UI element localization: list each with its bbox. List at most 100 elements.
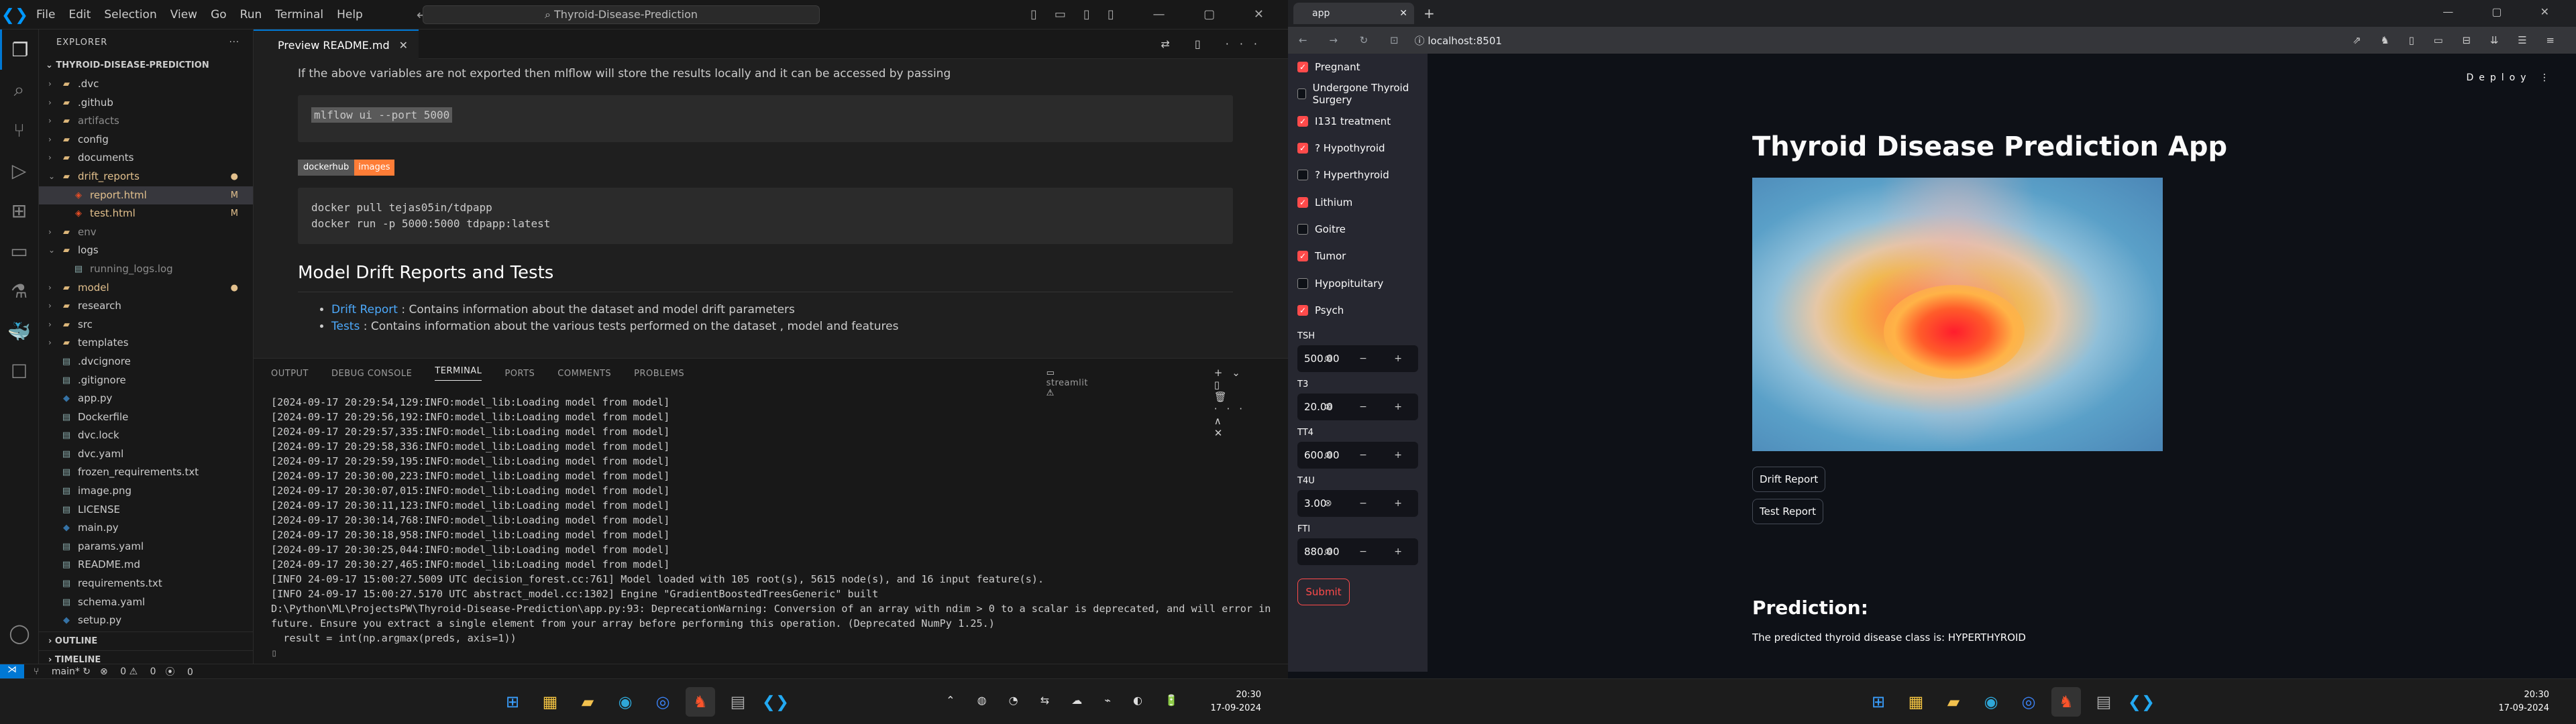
tab-preview-readme[interactable]: Preview README.md ✕	[254, 29, 419, 59]
explorer-icon[interactable]: ❐	[0, 29, 38, 70]
close-icon[interactable]: ✕	[399, 39, 408, 52]
dockerhub-badge[interactable]: dockerhub images	[298, 159, 394, 176]
tree-item[interactable]: ▤ .gitignore	[39, 371, 253, 390]
edge-icon[interactable]: ◉	[1976, 687, 2006, 717]
tree-item[interactable]: › ▰ .github	[39, 94, 253, 113]
new-tab-icon[interactable]: +	[1424, 5, 1435, 21]
checkbox-row[interactable]: ✓ Lithium	[1297, 188, 1418, 215]
calendar-app-icon[interactable]: ▦	[535, 687, 565, 717]
ports-status[interactable]: ⦿ 0	[166, 665, 193, 678]
url-field[interactable]: ⓘ localhost:8501	[1415, 34, 1502, 48]
browser-window-controls[interactable]: — ▢ ✕	[2443, 5, 2567, 18]
tree-item[interactable]: ▤ frozen_requirements.txt	[39, 463, 253, 482]
tree-item[interactable]: ◈ test.html M	[39, 204, 253, 223]
tree-item[interactable]: ◆ app.py	[39, 389, 253, 408]
number-field[interactable]: 20.00 ⊗ − +	[1297, 393, 1418, 420]
stepper-controls[interactable]: ⊗ − +	[1324, 498, 1414, 509]
submit-button[interactable]: Submit	[1297, 578, 1350, 605]
tab-terminal[interactable]: TERMINAL	[435, 366, 482, 381]
drift-report-link[interactable]: Drift Report	[331, 303, 398, 316]
checkbox-checked[interactable]: ✓	[1297, 143, 1308, 154]
menu-item-help[interactable]: Help	[337, 8, 363, 21]
checkbox-checked[interactable]: ✓	[1297, 251, 1308, 262]
checkbox-checked[interactable]: ✓	[1297, 115, 1308, 127]
checkbox-row[interactable]: Undergone Thyroid Surgery	[1297, 80, 1418, 107]
tree-item[interactable]: ▤ running_logs.log	[39, 260, 253, 279]
clock[interactable]: 20:30 17-09-2024	[2498, 688, 2549, 715]
checkbox-unchecked[interactable]	[1297, 223, 1308, 235]
file-explorer-icon[interactable]: ▰	[573, 687, 602, 717]
menu-item-view[interactable]: View	[170, 8, 197, 21]
tree-item[interactable]: ◆ setup.py	[39, 611, 253, 630]
vscode-taskbar-icon[interactable]: ❮❯	[761, 687, 790, 717]
run-debug-icon[interactable]: ▷	[0, 150, 38, 190]
remote-explorer-icon[interactable]: ▭	[0, 231, 38, 271]
tree-item[interactable]: ▤ Dockerfile	[39, 408, 253, 427]
tab-output[interactable]: OUTPUT	[271, 369, 309, 379]
number-field[interactable]: 500.00 ⊗ − +	[1297, 345, 1418, 372]
drift-report-button[interactable]: Drift Report	[1752, 467, 1826, 492]
extensions-icon[interactable]: ⊞	[0, 190, 38, 231]
tree-item[interactable]: ⌄ ▰ drift_reports ●	[39, 168, 253, 186]
tree-item[interactable]: ⌄ ▰ logs	[39, 241, 253, 260]
number-field[interactable]: 600.00 ⊗ − +	[1297, 441, 1418, 469]
tree-item[interactable]: ◈ report.html M	[39, 186, 253, 205]
terminal-app-icon[interactable]: ▤	[2089, 687, 2118, 717]
menu-item-terminal[interactable]: Terminal	[275, 8, 323, 21]
windows-start-icon[interactable]: ⊞	[1864, 687, 1893, 717]
checkbox-row[interactable]: Hypopituitary	[1297, 269, 1418, 296]
tree-item[interactable]: ▤ schema.yaml	[39, 593, 253, 612]
checkbox-unchecked[interactable]	[1297, 278, 1308, 289]
tree-item[interactable]: ▤ params.yaml	[39, 538, 253, 556]
more-actions-icon[interactable]: ···	[229, 29, 239, 56]
checkbox-checked[interactable]: ✓	[1297, 304, 1308, 316]
tree-item[interactable]: ◆ main.py	[39, 519, 253, 538]
tab-problems[interactable]: PROBLEMS	[634, 369, 684, 379]
stepper-controls[interactable]: ⊗ − +	[1324, 546, 1414, 557]
tree-item[interactable]: ▤ requirements.txt	[39, 575, 253, 593]
menu-item-edit[interactable]: Edit	[68, 8, 91, 21]
file-explorer-icon[interactable]: ▰	[1939, 687, 1968, 717]
tree-item[interactable]: › ▰ env	[39, 223, 253, 242]
editor-actions[interactable]: ⇄ ▯ ···	[1161, 38, 1268, 50]
checkbox-unchecked[interactable]	[1297, 88, 1306, 100]
tab-ports[interactable]: PORTS	[504, 369, 535, 379]
chat-icon[interactable]: ☐	[0, 351, 38, 391]
edge-icon[interactable]: ◉	[610, 687, 640, 717]
tree-item[interactable]: › ▰ model ●	[39, 279, 253, 298]
stepper-controls[interactable]: ⊗ − +	[1324, 402, 1414, 412]
tree-item[interactable]: ▤ dvc.lock	[39, 426, 253, 445]
tree-item[interactable]: › ▰ config	[39, 131, 253, 149]
deploy-area[interactable]: Deploy ⋮	[2467, 72, 2555, 83]
tree-item[interactable]: ▤ README.md	[39, 556, 253, 575]
account-icon[interactable]: ◯	[0, 613, 39, 653]
chrome-icon[interactable]: ◎	[2014, 687, 2043, 717]
number-field[interactable]: 880.00 ⊗ − +	[1297, 538, 1418, 565]
search-icon[interactable]: ⌕	[0, 70, 38, 110]
project-folder[interactable]: ⌄ THYROID-DISEASE-PREDICTION	[39, 56, 253, 75]
terminal-instance[interactable]: ▭ streamlit ⚠	[1046, 368, 1111, 398]
tree-item[interactable]: › ▰ research	[39, 297, 253, 316]
tree-item[interactable]: › ▰ .dvc	[39, 75, 253, 94]
clock[interactable]: 20:30 17-09-2024	[1210, 688, 1261, 715]
stepper-controls[interactable]: ⊗ − +	[1324, 353, 1414, 364]
checkbox-row[interactable]: ✓ Tumor	[1297, 243, 1418, 269]
system-tray[interactable]: ⌃ ◍ ◔ ⇆ ☁ ⌁ ◐ 🔋	[946, 694, 1187, 707]
checkbox-row[interactable]: ✓ ? Hypothyroid	[1297, 135, 1418, 162]
tree-item[interactable]: ▤ image.png	[39, 482, 253, 501]
testing-icon[interactable]: ⚗	[0, 271, 38, 311]
docker-icon[interactable]: 🐳	[0, 311, 38, 351]
checkbox-row[interactable]: ✓ Pregnant	[1297, 54, 1418, 80]
tree-item[interactable]: › ▰ documents	[39, 149, 253, 168]
checkbox-row[interactable]: ✓ Psych	[1297, 297, 1418, 324]
checkbox-row[interactable]: Goitre	[1297, 216, 1418, 243]
vscode-taskbar-icon[interactable]: ❮❯	[2127, 687, 2156, 717]
tree-item[interactable]: › ▰ artifacts	[39, 112, 253, 131]
terminal-output[interactable]: [2024-09-17 20:29:54,129:INFO:model_lib:…	[254, 388, 1288, 660]
windows-start-icon[interactable]: ⊞	[498, 687, 527, 717]
deploy-button[interactable]: Deploy	[2467, 72, 2532, 83]
close-icon[interactable]: ✕	[1399, 3, 1407, 24]
menu-item-file[interactable]: File	[36, 8, 55, 21]
checkbox-unchecked[interactable]	[1297, 170, 1308, 181]
tree-item[interactable]: › ▰ src	[39, 316, 253, 335]
